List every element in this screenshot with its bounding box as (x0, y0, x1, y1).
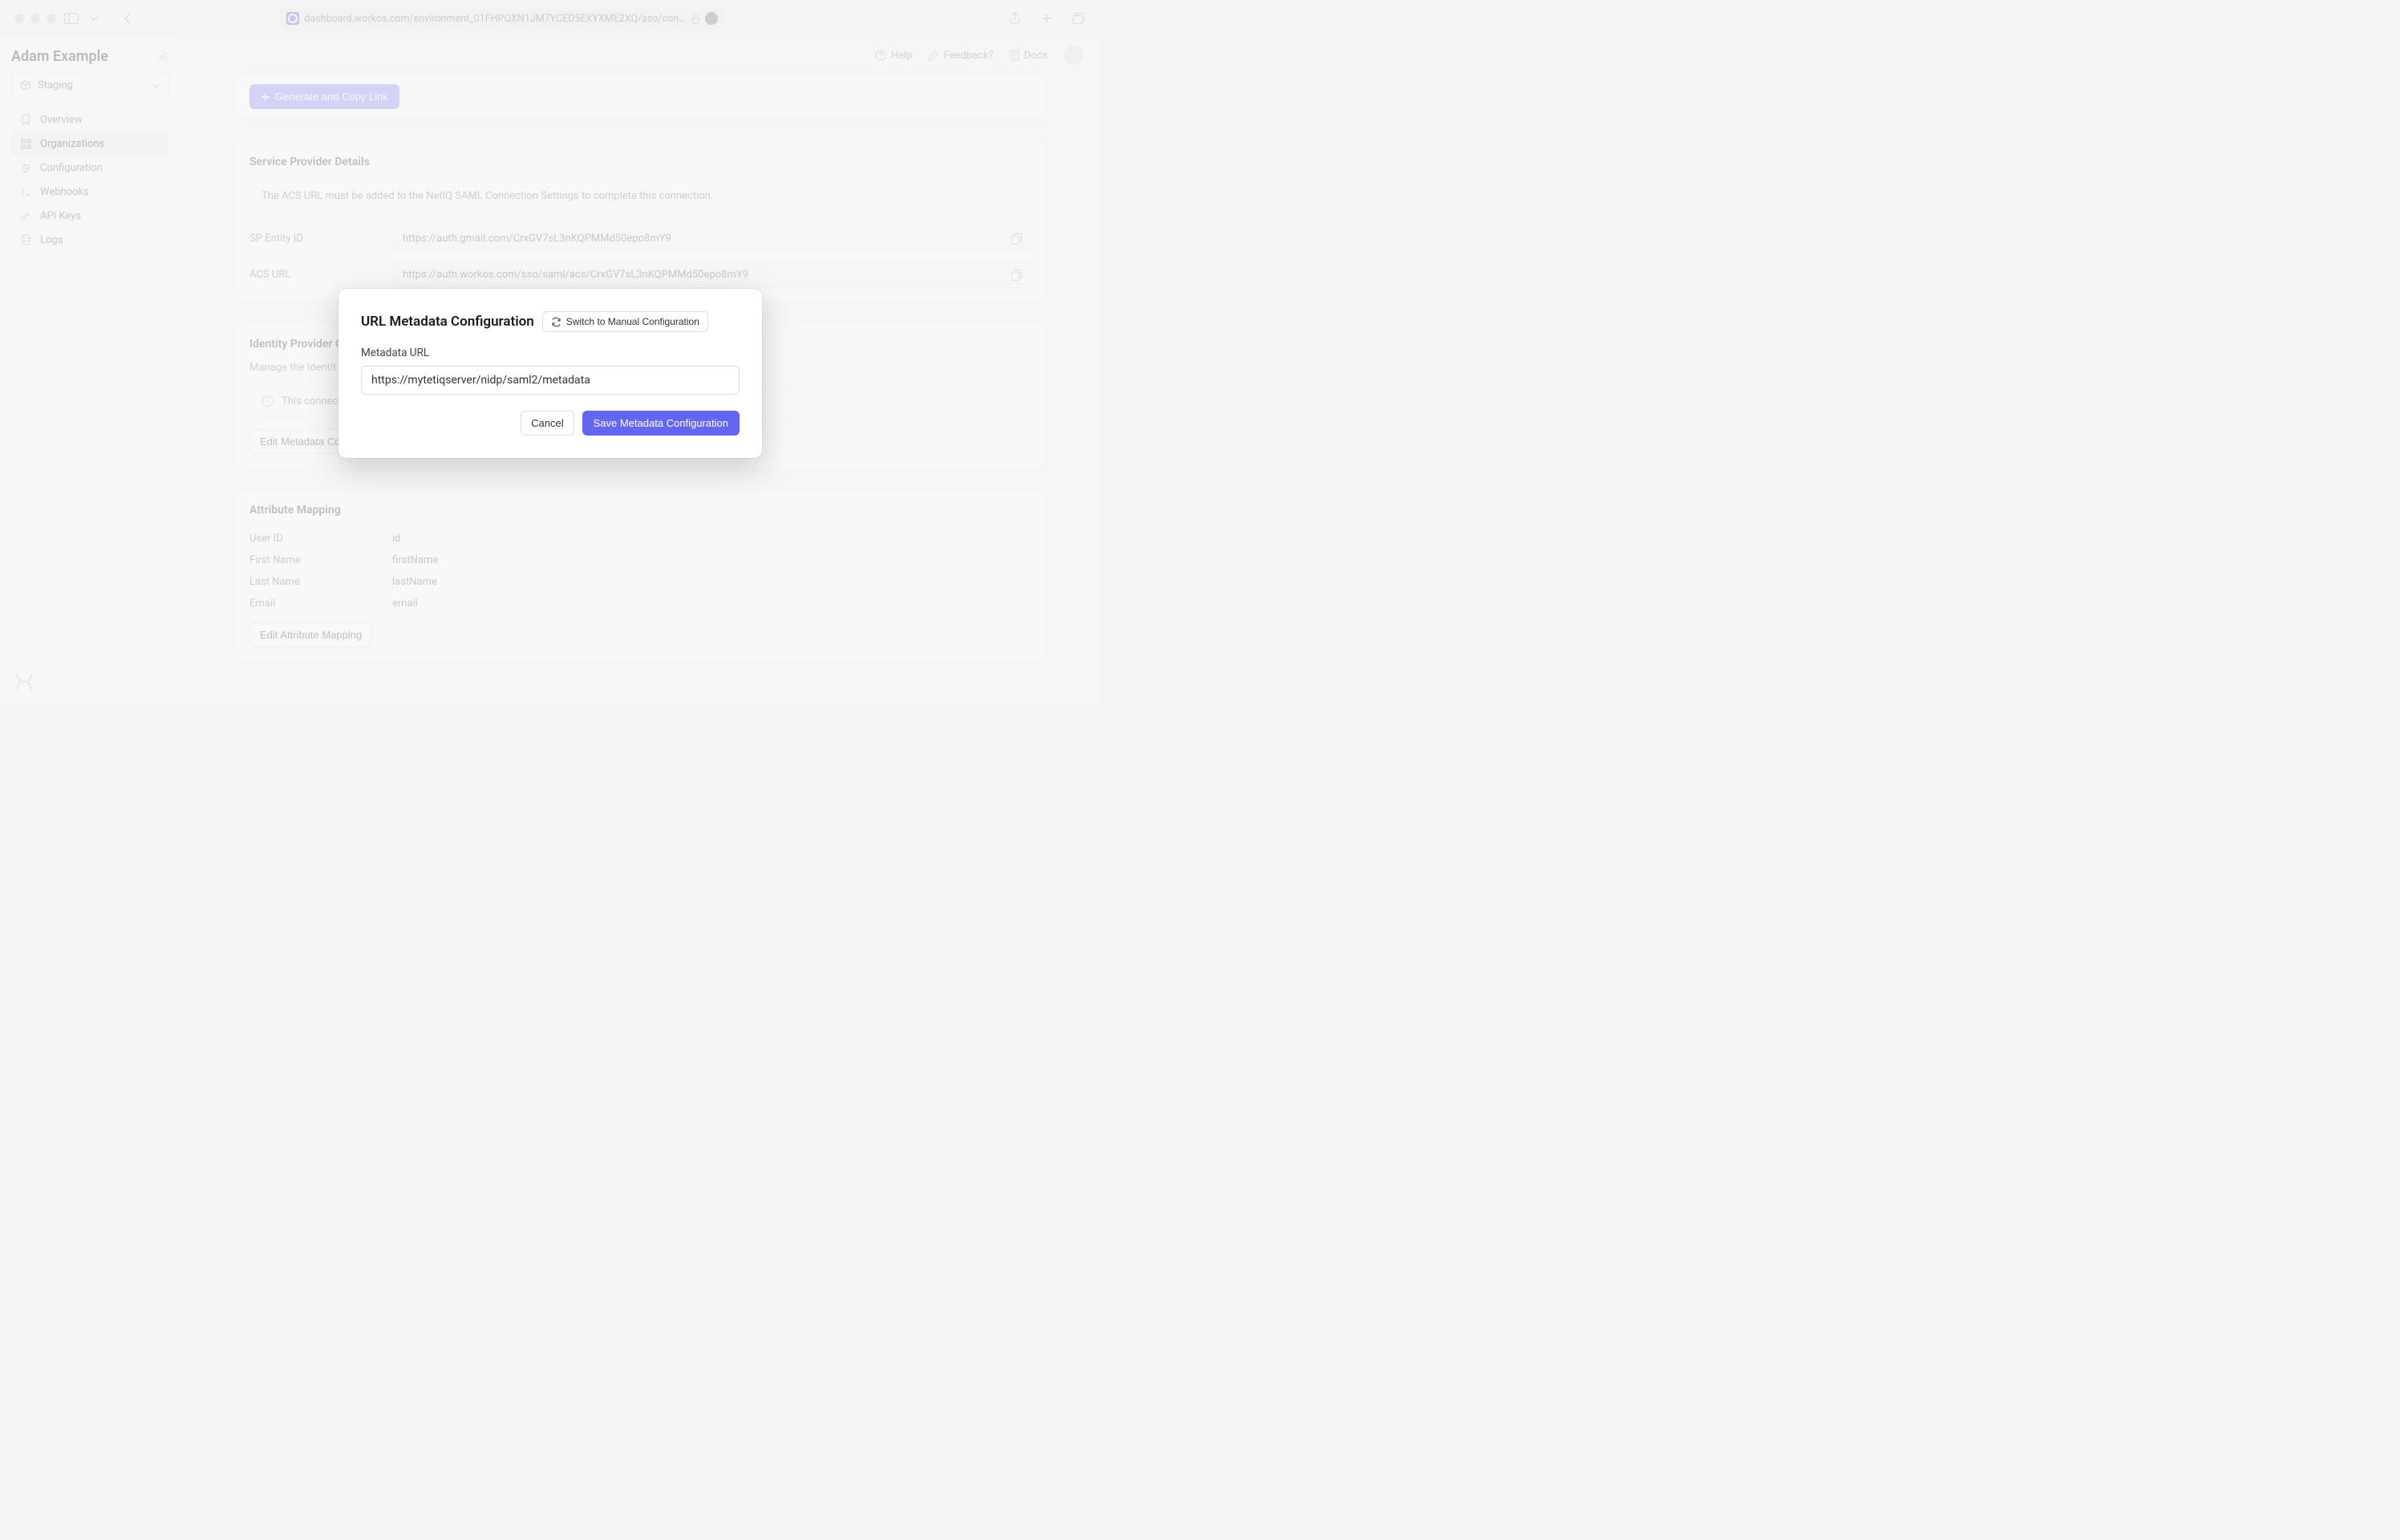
save-metadata-button[interactable]: Save Metadata Configuration (582, 411, 740, 436)
modal-title: URL Metadata Configuration (361, 314, 534, 330)
metadata-url-label: Metadata URL (361, 346, 740, 359)
url-metadata-modal: URL Metadata Configuration Switch to Man… (339, 289, 762, 458)
refresh-icon (551, 317, 561, 327)
cancel-button[interactable]: Cancel (521, 411, 574, 436)
modal-overlay[interactable]: URL Metadata Configuration Switch to Man… (0, 0, 1101, 706)
switch-manual-button[interactable]: Switch to Manual Configuration (542, 311, 708, 332)
metadata-url-input[interactable] (361, 366, 740, 395)
